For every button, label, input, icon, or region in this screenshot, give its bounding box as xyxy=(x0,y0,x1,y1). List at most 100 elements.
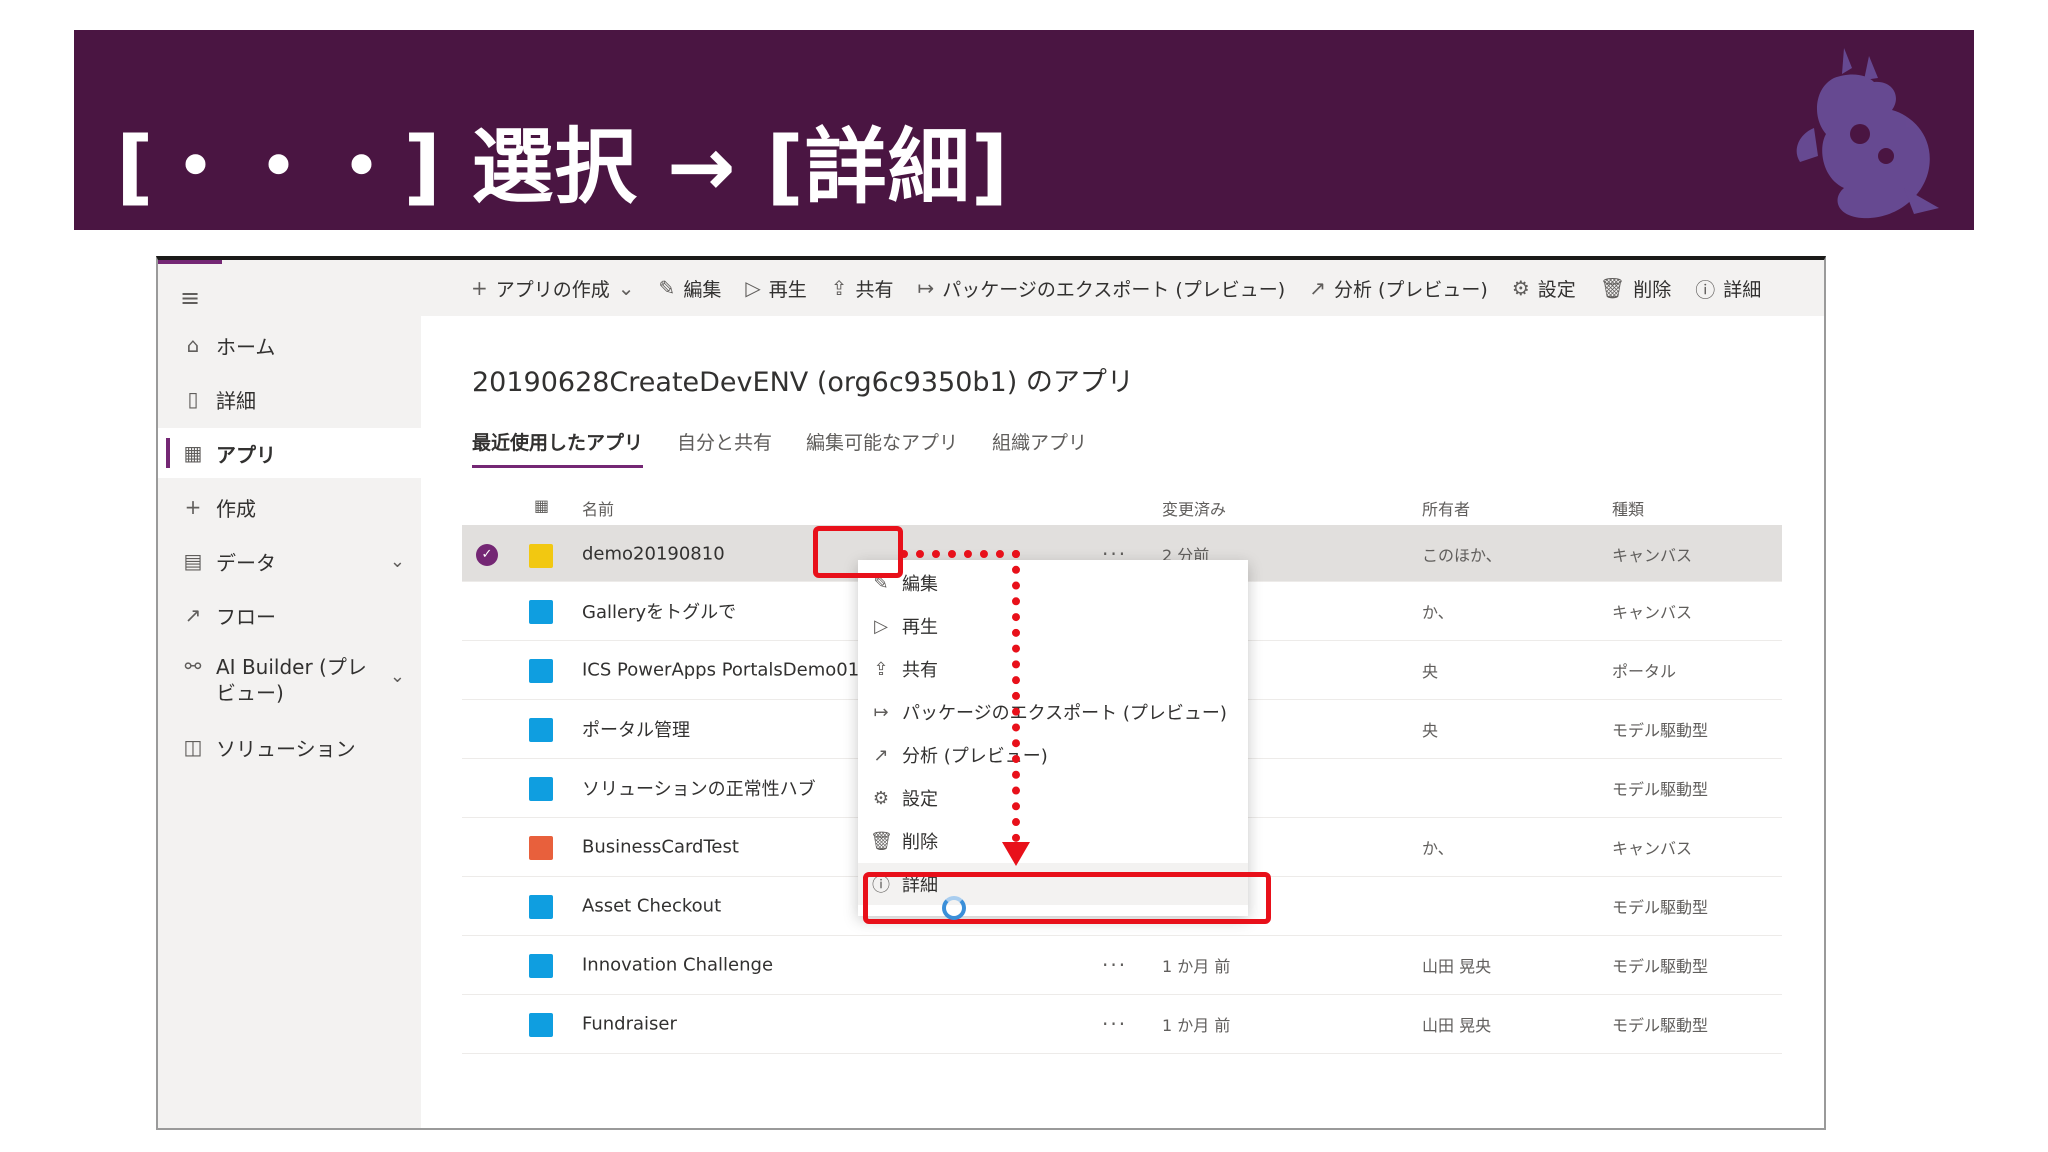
nav-item-learn[interactable]: ▯ 詳細 xyxy=(158,374,421,424)
gear-icon: ⚙ xyxy=(1511,276,1530,300)
app-name[interactable]: BusinessCardTest xyxy=(582,837,739,858)
app-type: キャンバス xyxy=(1612,603,1693,622)
nav-item-create[interactable]: + 作成 xyxy=(158,482,421,532)
command-bar: + アプリの作成 ⌄ ✎ 編集 ▷ 再生 ⇪ 共有 ↦ パッケージのエクスポート… xyxy=(421,260,1824,316)
info-icon: ⓘ xyxy=(1695,277,1716,302)
menu-item-export-package[interactable]: ↦ パッケージのエクスポート (プレビュー) xyxy=(858,691,1248,733)
nav-item-ai-builder[interactable]: ⚯ AI Builder (プレビュー) ⌄ xyxy=(158,646,421,716)
app-icon xyxy=(529,600,553,624)
menu-item-label: 編集 xyxy=(902,574,938,595)
nav-item-data[interactable]: ▤ データ ⌄ xyxy=(158,536,421,586)
export-package-button[interactable]: ↦ パッケージのエクスポート (プレビュー) xyxy=(918,275,1286,302)
column-header-modified[interactable]: 変更済み xyxy=(1162,496,1226,520)
menu-item-play[interactable]: ▷ 再生 xyxy=(858,605,1248,647)
menu-item-label: 設定 xyxy=(902,789,938,810)
app-name[interactable]: ソリューションの正常性ハブ xyxy=(582,775,816,801)
share-icon: ⇪ xyxy=(873,658,889,680)
share-button[interactable]: ⇪ 共有 xyxy=(831,275,894,302)
column-header-owner[interactable]: 所有者 xyxy=(1422,496,1470,520)
app-name[interactable]: Galleryをトグルで xyxy=(582,598,736,624)
menu-item-label: 分析 (プレビュー) xyxy=(902,746,1048,767)
app-type: モデル駆動型 xyxy=(1612,898,1709,917)
app-owner: 山田 晃央 xyxy=(1422,1016,1492,1035)
menu-item-settings[interactable]: ⚙ 設定 xyxy=(858,777,1248,819)
app-type: モデル駆動型 xyxy=(1612,1016,1709,1035)
dragon-logo-icon xyxy=(1796,48,1939,219)
tab-org-apps[interactable]: 組織アプリ xyxy=(992,428,1087,468)
app-name[interactable]: demo20190810 xyxy=(582,543,725,564)
menu-item-share[interactable]: ⇪ 共有 xyxy=(858,648,1248,690)
chevron-down-icon: ⌄ xyxy=(389,550,405,572)
more-options-button[interactable]: ··· xyxy=(1102,1012,1127,1036)
tab-recent-apps[interactable]: 最近使用したアプリ xyxy=(472,428,644,468)
app-name[interactable]: Fundraiser xyxy=(582,1014,677,1035)
app-name[interactable]: ICS PowerApps PortalsDemo01 xyxy=(582,660,859,681)
nav-item-solutions[interactable]: ◫ ソリューション xyxy=(158,722,421,772)
more-options-button[interactable]: ··· xyxy=(1102,953,1127,977)
edit-button[interactable]: ✎ 編集 xyxy=(659,275,722,302)
app-type: ポータル xyxy=(1612,662,1677,681)
app-icon xyxy=(529,659,553,683)
delete-button[interactable]: 🗑 削除 xyxy=(1600,275,1671,302)
slide-title: [・・・] 選択 → [詳細] xyxy=(116,120,1010,215)
create-app-label: アプリの作成 xyxy=(495,278,610,301)
app-owner: このほか、 xyxy=(1422,545,1502,565)
menu-item-label: 共有 xyxy=(902,660,938,681)
tab-shared-with-me[interactable]: 自分と共有 xyxy=(677,428,772,468)
menu-item-edit[interactable]: ✎ 編集 xyxy=(858,562,1248,604)
app-name[interactable]: Innovation Challenge xyxy=(582,955,773,976)
app-tabs: 最近使用したアプリ 自分と共有 編集可能なアプリ 組織アプリ xyxy=(472,428,1121,468)
nav-item-label: フロー xyxy=(216,604,276,629)
dotted-arrow-vertical xyxy=(1012,550,1020,842)
app-icon xyxy=(529,777,553,801)
app-owner: か、 xyxy=(1422,603,1454,622)
analytics-icon: ↗ xyxy=(1309,276,1326,300)
powerapps-screenshot: ≡ ⌂ ホーム ▯ 詳細 ▦ アプリ + 作成 ▤ データ ⌄ ↗ フロー ⚯ … xyxy=(156,256,1826,1130)
app-type-column-icon: ▦ xyxy=(534,496,550,515)
plus-icon: + xyxy=(184,495,202,519)
share-label: 共有 xyxy=(855,278,894,301)
export-icon: ↦ xyxy=(873,701,889,723)
nav-item-home[interactable]: ⌂ ホーム xyxy=(158,320,421,370)
checkmark-icon[interactable]: ✓ xyxy=(476,544,498,566)
menu-item-label: 削除 xyxy=(902,832,938,853)
nav-item-flow[interactable]: ↗ フロー xyxy=(158,590,421,640)
settings-button[interactable]: ⚙ 設定 xyxy=(1512,275,1576,302)
export-label: パッケージのエクスポート (プレビュー) xyxy=(942,278,1286,301)
menu-item-analytics[interactable]: ↗ 分析 (プレビュー) xyxy=(858,734,1248,776)
nav-item-label: 詳細 xyxy=(216,388,256,413)
details-button[interactable]: ⓘ 詳細 xyxy=(1695,274,1761,303)
trash-icon: 🗑 xyxy=(1599,276,1626,300)
analytics-button[interactable]: ↗ 分析 (プレビュー) xyxy=(1309,275,1488,302)
hamburger-menu-icon[interactable]: ≡ xyxy=(180,284,200,312)
home-icon: ⌂ xyxy=(186,333,200,357)
create-app-button[interactable]: + アプリの作成 ⌄ xyxy=(471,275,635,302)
app-name[interactable]: ポータル管理 xyxy=(582,716,690,742)
more-button-highlight xyxy=(813,526,903,578)
table-row[interactable]: Innovation Challenge ··· 1 か月 前 山田 晃央 モデル駆動型 xyxy=(462,936,1782,995)
app-modified: 1 か月 前 xyxy=(1162,1016,1231,1035)
menu-item-delete[interactable]: 🗑 削除 xyxy=(858,820,1248,862)
chevron-down-icon: ⌄ xyxy=(389,666,405,687)
table-icon: ▤ xyxy=(183,549,203,573)
tab-editable-apps[interactable]: 編集可能なアプリ xyxy=(806,428,958,468)
nav-item-label: データ xyxy=(216,550,276,575)
grid-header: ▦ 名前 変更済み 所有者 種類 xyxy=(462,482,1782,526)
play-button[interactable]: ▷ 再生 xyxy=(745,275,806,302)
cursor-spinner-icon xyxy=(942,896,966,920)
share-icon: ⇪ xyxy=(830,276,848,300)
app-name[interactable]: Asset Checkout xyxy=(582,896,721,917)
trash-icon: 🗑 xyxy=(870,830,893,852)
flow-icon: ↗ xyxy=(184,603,202,627)
column-header-name[interactable]: 名前 xyxy=(582,496,614,520)
column-header-type[interactable]: 種類 xyxy=(1612,496,1644,520)
app-icon xyxy=(529,895,553,919)
table-row[interactable]: Fundraiser ··· 1 か月 前 山田 晃央 モデル駆動型 xyxy=(462,995,1782,1054)
play-icon: ▷ xyxy=(745,276,761,300)
nav-item-apps[interactable]: ▦ アプリ xyxy=(158,428,421,478)
app-icon xyxy=(529,1013,553,1037)
context-menu: ✎ 編集 ▷ 再生 ⇪ 共有 ↦ パッケージのエクスポート (プレビュー) ↗ … xyxy=(858,560,1248,916)
app-owner: 山田 晃央 xyxy=(1422,957,1492,976)
app-icon xyxy=(529,836,553,860)
delete-label: 削除 xyxy=(1633,278,1672,301)
